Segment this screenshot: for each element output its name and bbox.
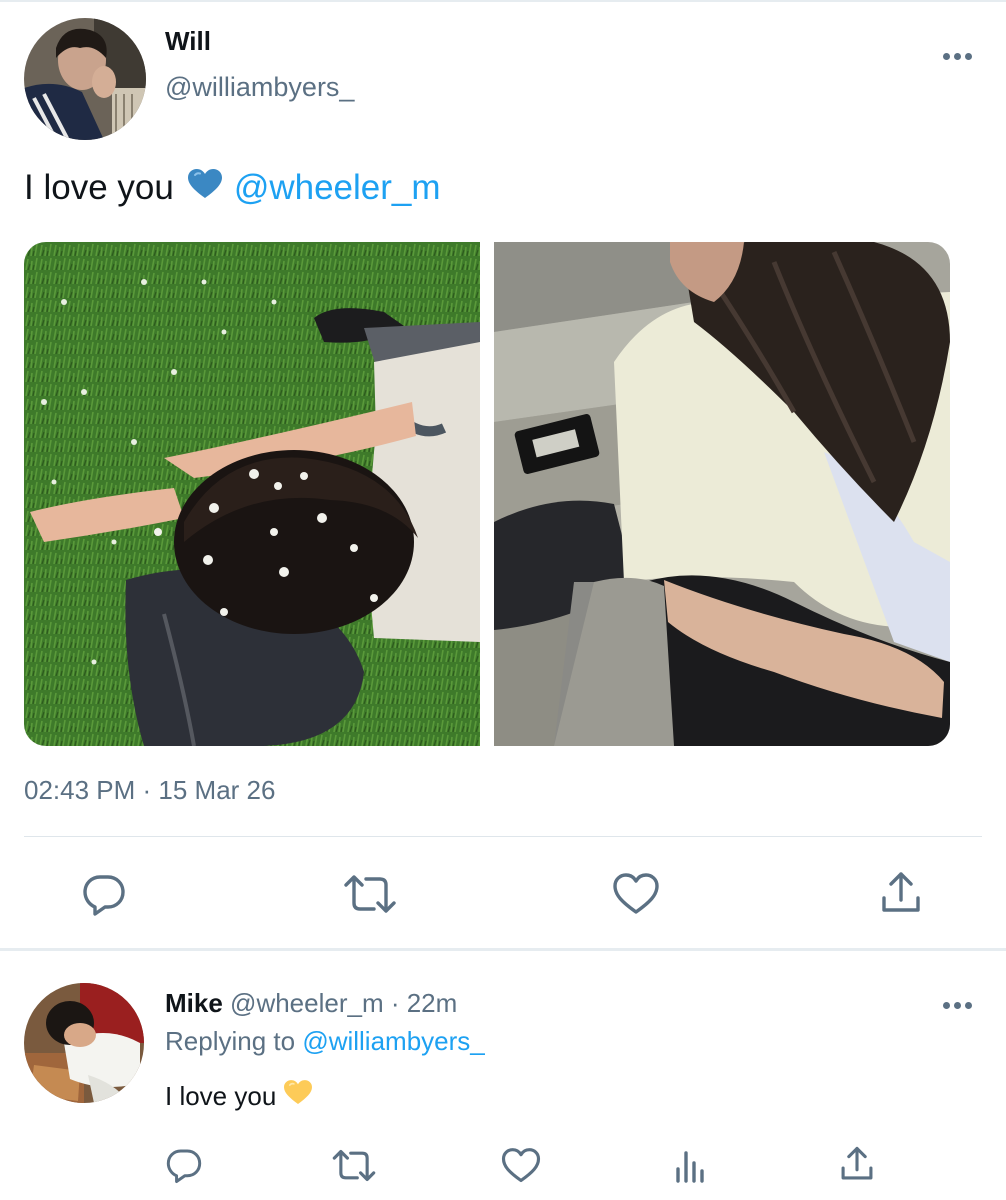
heart-icon: [613, 873, 659, 914]
reply-stats-button[interactable]: [672, 1144, 710, 1186]
share-icon: [882, 872, 920, 912]
reply-retweet-button[interactable]: [330, 1144, 378, 1186]
thread-separator: [0, 948, 1006, 951]
heart-icon: [501, 1147, 541, 1182]
stats-icon: [676, 1151, 704, 1183]
divider: [24, 836, 982, 837]
reply-icon: [166, 1149, 202, 1184]
top-border: [0, 0, 1006, 2]
reply-more-options-icon[interactable]: [937, 995, 977, 1015]
reply-header: Mike @wheeler_m · 22m: [165, 988, 457, 1019]
reply-author-avatar[interactable]: [24, 983, 144, 1103]
more-options-icon[interactable]: [937, 46, 977, 66]
author-handle[interactable]: @williambyers_: [165, 72, 354, 103]
replying-prefix: Replying to: [165, 1026, 296, 1056]
reply-reply-button[interactable]: [163, 1144, 205, 1186]
retweet-button[interactable]: [340, 870, 400, 918]
mention-link[interactable]: @wheeler_m: [234, 168, 441, 208]
share-button[interactable]: [878, 868, 924, 918]
author-avatar[interactable]: [24, 18, 146, 140]
reply-button[interactable]: [78, 870, 130, 918]
reply-author-name[interactable]: Mike: [165, 988, 223, 1018]
replying-to: Replying to @williambyers_: [165, 1026, 485, 1057]
retweet-icon: [332, 1149, 376, 1181]
reply-body: I love you: [165, 1080, 277, 1111]
reply-meta: @wheeler_m · 22m: [230, 988, 458, 1018]
reply-text: I love you: [165, 1080, 313, 1112]
share-icon: [841, 1146, 873, 1180]
tweet-photo-1[interactable]: [24, 242, 480, 746]
blue-heart-icon: [187, 168, 222, 208]
retweet-icon: [344, 875, 396, 913]
reply-icon: [83, 875, 125, 916]
tweet-timestamp[interactable]: 02:43 PM · 15 Mar 26: [24, 775, 275, 806]
like-button[interactable]: [610, 870, 662, 918]
reply-like-button[interactable]: [500, 1144, 542, 1186]
tweet-text: I love you @wheeler_m: [24, 168, 441, 208]
reply-share-button[interactable]: [838, 1142, 876, 1186]
tweet-photo-2[interactable]: [494, 242, 950, 746]
yellow-heart-icon: [284, 1080, 313, 1112]
author-name[interactable]: Will: [165, 26, 211, 57]
tweet-body: I love you: [24, 168, 174, 207]
replying-to-link[interactable]: @williambyers_: [302, 1026, 484, 1056]
